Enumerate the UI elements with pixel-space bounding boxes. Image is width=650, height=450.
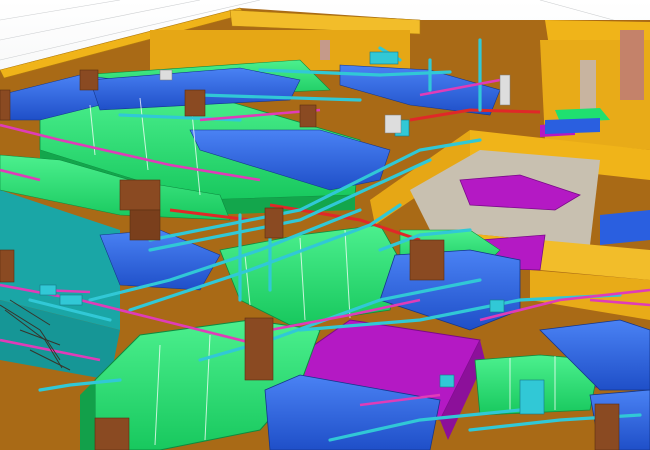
column-2 [119,179,161,211]
column-5 [299,104,317,128]
column-6 [264,207,284,239]
column-7 [244,317,274,381]
column-3 [129,209,161,241]
column-11 [0,249,15,283]
rear-column-1 [320,40,330,60]
column-9 [409,239,445,281]
blue-duct-top-right [545,118,600,134]
column-4 [184,89,206,117]
column-10 [594,403,620,450]
column-1 [79,69,99,91]
bim-3d-viewport[interactable] [0,0,650,450]
bim-model-render [0,0,650,450]
column-12 [0,89,11,121]
column-8 [94,417,130,450]
rear-column-3 [620,30,644,100]
blue-duct-right-mid [600,210,650,245]
